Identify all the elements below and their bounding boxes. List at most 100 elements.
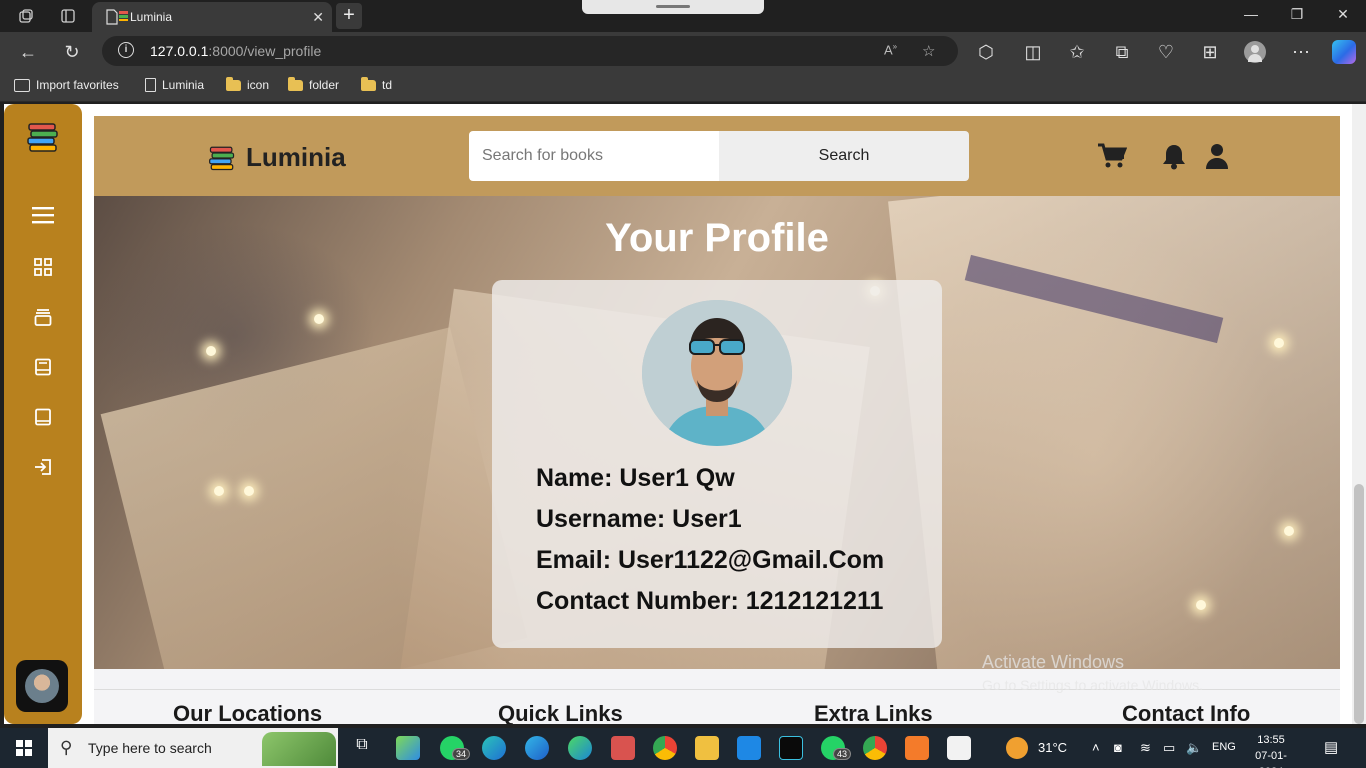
extensions-icon[interactable]: ⬡ — [975, 41, 997, 63]
fairy-light — [206, 346, 216, 356]
search-button[interactable]: Search — [719, 131, 969, 181]
minimize-button[interactable]: — — [1239, 6, 1263, 22]
edge-beta-icon[interactable] — [525, 736, 549, 760]
restore-button[interactable]: ❐ — [1285, 6, 1309, 23]
bookmark-icon[interactable]: icon — [226, 76, 269, 92]
task-view-icon[interactable]: ⧉ — [350, 736, 374, 760]
folder-icon — [226, 76, 241, 91]
footer-heading-contact-info: Contact Info — [1122, 701, 1251, 724]
back-arrow-icon[interactable]: ← — [17, 41, 39, 63]
browser-tab-bar: Luminia ✕ + — ❐ ✕ — [0, 0, 1366, 32]
apps-icon[interactable]: ⊞ — [1199, 41, 1221, 63]
fairy-light — [1196, 600, 1206, 610]
cart-icon[interactable] — [1097, 142, 1128, 172]
whatsapp-badge: 43 — [833, 748, 852, 760]
tab-title: Luminia — [130, 10, 173, 24]
profile-card: Name: User1 Qw Username: User1 Email: Us… — [492, 280, 942, 648]
page-scrollbar[interactable] — [1352, 104, 1366, 724]
bookmark-td[interactable]: td — [361, 76, 392, 92]
new-tab-button[interactable]: + — [336, 3, 362, 29]
profile-avatar-icon[interactable] — [1244, 41, 1266, 63]
tab-actions-icon[interactable] — [58, 6, 78, 26]
page-icon — [145, 78, 156, 92]
bookmark-import-favorites[interactable]: Import favorites — [14, 78, 119, 92]
file-explorer-icon[interactable] — [695, 736, 719, 760]
menu-hamburger-icon[interactable] — [31, 206, 55, 230]
bookmark-folder[interactable]: folder — [288, 76, 339, 92]
close-tab-icon[interactable]: ✕ — [312, 9, 324, 26]
refresh-icon[interactable]: ↻ — [61, 41, 83, 63]
brand-logo[interactable]: Luminia — [208, 142, 346, 173]
notifications-icon[interactable]: ▤ — [1324, 738, 1338, 756]
collections-icon[interactable]: ⧉ — [1111, 41, 1133, 63]
bell-icon[interactable] — [1161, 142, 1191, 172]
address-bar[interactable]: i 127.0.0.1:8000/view_profile A» ☆ — [102, 36, 958, 66]
xampp-icon[interactable] — [905, 736, 929, 760]
brand-name: Luminia — [246, 142, 346, 172]
show-hidden-icons-icon[interactable]: ˄ — [1092, 740, 1100, 755]
watermark-title: Activate Windows — [982, 652, 1125, 672]
language-indicator[interactable]: ENG — [1212, 741, 1236, 753]
clock-time: 13:55 — [1257, 734, 1285, 746]
bookmark-luminia[interactable]: Luminia — [145, 78, 204, 92]
profile-username: Username: User1 — [536, 505, 742, 533]
weather-icon[interactable] — [1006, 737, 1028, 759]
weather-temperature[interactable]: 31°C — [1038, 740, 1067, 755]
edge-dev-icon[interactable] — [568, 736, 592, 760]
folder-icon — [361, 76, 376, 91]
taskbar-search-box[interactable]: ⚲ Type here to search — [48, 728, 338, 768]
battery-icon[interactable]: ▭ — [1163, 740, 1175, 756]
favorites-icon[interactable]: ✩ — [1066, 41, 1088, 63]
notepad-icon[interactable] — [947, 736, 971, 760]
book-search-form: Search — [469, 131, 969, 181]
favorites-bar: Import favorites Luminia icon folder td — [0, 70, 1366, 102]
fairy-light — [244, 486, 254, 496]
more-menu-icon[interactable]: ⋯ — [1290, 41, 1312, 63]
sidebar-user-avatar[interactable] — [16, 660, 68, 712]
browser-essentials-icon[interactable]: ♡ — [1155, 41, 1177, 63]
watermark-subtitle: Go to Settings to activate Windows. — [982, 677, 1203, 693]
site-header: Luminia Search — [94, 116, 1340, 196]
books-logo-icon[interactable] — [26, 122, 60, 152]
scrollbar-thumb[interactable] — [1354, 484, 1364, 724]
vscode-icon[interactable] — [737, 736, 761, 760]
page-title: Your Profile — [605, 216, 829, 260]
window-drag-handle[interactable] — [582, 0, 764, 14]
windows-start-icon[interactable] — [16, 740, 32, 756]
tab-luminia[interactable]: Luminia ✕ — [92, 2, 332, 32]
whatsapp-badge: 34 — [452, 748, 471, 760]
snipping-tool-icon[interactable] — [611, 736, 635, 760]
chrome-icon[interactable] — [653, 736, 677, 760]
user-account-icon[interactable] — [1204, 142, 1234, 172]
meet-now-icon[interactable]: ◙ — [1114, 740, 1122, 755]
footer-heading-extra-links: Extra Links — [814, 701, 933, 724]
favorite-star-icon[interactable]: ☆ — [922, 42, 935, 60]
windows-taskbar: ⚲ Type here to search ⧉ 34 43 31°C ˄ ◙ ≋… — [0, 728, 1366, 768]
wifi-icon[interactable]: ≋ — [1140, 740, 1151, 756]
widgets-app-icon[interactable] — [396, 736, 420, 760]
side-navigation — [4, 104, 82, 724]
system-clock[interactable]: 13:55 07-01-2024 — [1248, 732, 1294, 768]
book-icon[interactable] — [31, 358, 55, 382]
edge-browser-icon[interactable] — [482, 736, 506, 760]
copilot-icon[interactable] — [1332, 40, 1356, 64]
site-info-icon[interactable]: i — [118, 42, 134, 58]
browser-toolbar: ← ↻ i 127.0.0.1:8000/view_profile A» ☆ ⬡… — [0, 32, 1366, 70]
chrome-icon[interactable] — [863, 736, 887, 760]
read-aloud-icon[interactable]: A» — [884, 42, 897, 57]
activate-windows-watermark: Activate Windows Go to Settings to activ… — [982, 652, 1203, 693]
dashboard-grid-icon[interactable] — [31, 258, 55, 282]
profile-avatar — [642, 300, 792, 446]
workspaces-icon[interactable] — [16, 6, 36, 26]
search-input[interactable] — [469, 131, 719, 181]
book-open-icon[interactable] — [31, 408, 55, 432]
profile-email: Email: User1122@Gmail.Com — [536, 546, 885, 574]
terminal-app-icon[interactable] — [779, 736, 803, 760]
avatar — [25, 669, 59, 703]
close-window-button[interactable]: ✕ — [1331, 6, 1355, 23]
archive-stack-icon[interactable] — [31, 308, 55, 332]
split-screen-icon[interactable]: ◫ — [1022, 41, 1044, 63]
volume-icon[interactable]: 🔈 — [1186, 740, 1202, 756]
search-highlight-art — [262, 732, 336, 766]
logout-icon[interactable] — [31, 458, 55, 482]
